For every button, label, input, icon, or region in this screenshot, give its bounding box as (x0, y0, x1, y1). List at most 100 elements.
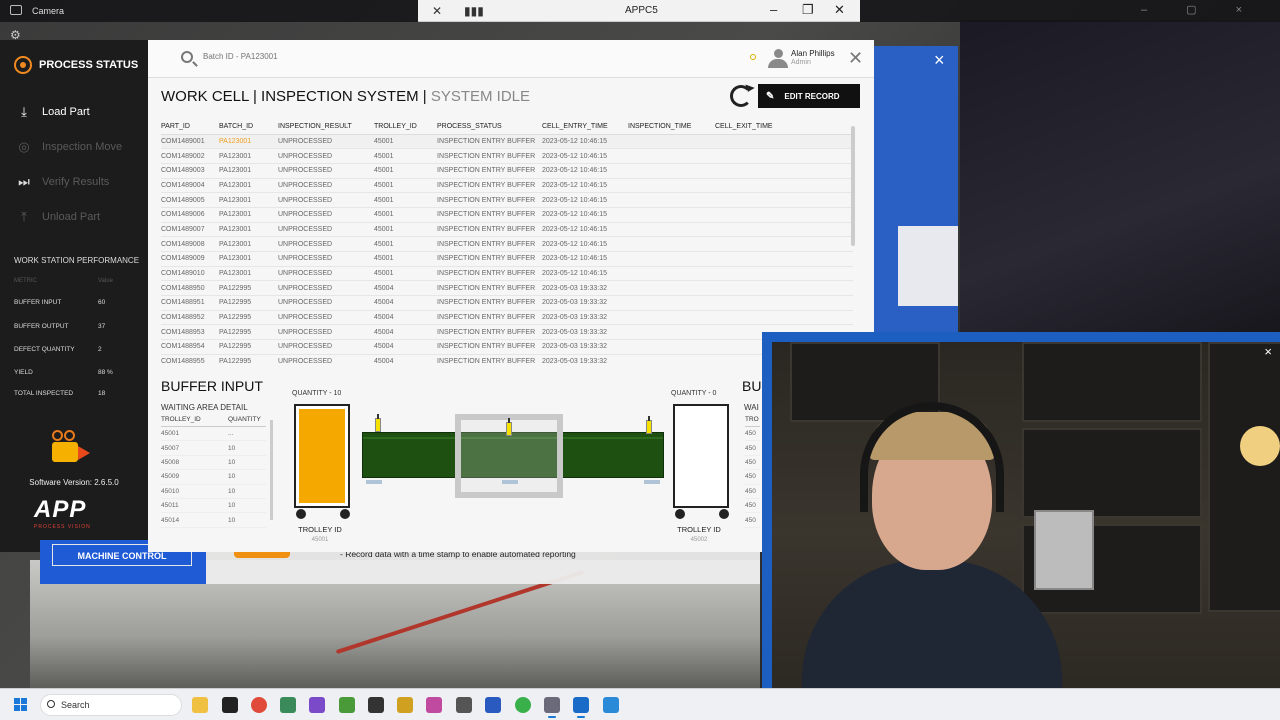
taskbar-search[interactable]: Search (40, 694, 182, 716)
table-row[interactable]: COM1488953 PA122995 UNPROCESSED 45004 INSPEC… (161, 324, 853, 341)
camera-window-controls[interactable]: – ▢ × (1141, 3, 1260, 16)
waiting-area-row[interactable]: 45008 10 (161, 456, 266, 471)
waiting-area-row[interactable]: 450 (745, 441, 760, 456)
edit-record-button[interactable]: ✎ EDIT RECORD (758, 84, 860, 108)
search-icon[interactable] (181, 51, 193, 63)
waiting-area-row[interactable]: 450 (745, 485, 760, 499)
terminal-icon[interactable] (222, 697, 238, 713)
app-icon[interactable] (456, 697, 472, 713)
right-trolley[interactable] (673, 404, 729, 508)
column-header[interactable]: TROLLEY_ID (374, 120, 437, 135)
table-cell: COM1489007 (161, 222, 219, 238)
restore-button[interactable]: ❐ (802, 2, 814, 18)
right-trolley-id-label: TROLLEY ID (677, 525, 721, 534)
file-explorer-icon[interactable] (192, 697, 208, 713)
column-header[interactable]: INSPECTION_RESULT (278, 120, 374, 135)
left-trolley-fill (299, 408, 345, 503)
3d-printer (1034, 510, 1094, 590)
app-icon[interactable] (397, 697, 413, 713)
app-icon[interactable] (280, 697, 296, 713)
column-header: QUANTITY (228, 416, 261, 423)
background-blue-panel: × (874, 46, 958, 332)
table-cell: COM1489006 (161, 207, 219, 223)
left-trolley-id-value: 45001 (311, 537, 329, 543)
bookshelf (1208, 342, 1280, 612)
table-cell: 2023-05-12 10:46:15 (542, 207, 628, 223)
table-cell (715, 134, 853, 150)
mic-off-icon[interactable]: ✕ (432, 4, 442, 18)
user-avatar-icon[interactable] (768, 49, 788, 69)
waiting-area-row[interactable]: 45009 10 (161, 470, 266, 485)
waiting-area-row[interactable]: 45014 10 (161, 513, 266, 528)
app-icon[interactable] (368, 697, 384, 713)
close-icon[interactable]: ✕ (848, 48, 863, 69)
windows-start-icon[interactable] (14, 698, 28, 712)
waiting-area-scrollbar[interactable] (270, 420, 273, 520)
column-header[interactable]: PART_ID (161, 120, 219, 135)
table-row[interactable]: COM1488952 PA122995 UNPROCESSED 45004 INSPEC… (161, 310, 853, 326)
conveyor-foot (502, 480, 518, 484)
metric-value: 2 (98, 346, 102, 353)
app-icon[interactable] (426, 697, 442, 713)
table-cell: UNPROCESSED (278, 134, 374, 150)
refresh-icon[interactable] (730, 85, 752, 107)
sidebar-item-inspection-move[interactable]: ◎ Inspection Move (16, 139, 122, 155)
waiting-area-row[interactable]: 450 (745, 456, 760, 471)
waiting-area-row[interactable]: 450 (745, 499, 760, 514)
table-cell (628, 251, 715, 267)
sidebar-item-load-part[interactable]: ⤓ Load Part (16, 104, 90, 120)
app-icon[interactable] (485, 697, 501, 713)
table-row[interactable]: COM1489001 PA123001 UNPROCESSED 45001 INSPEC… (161, 134, 853, 150)
table-scrollbar[interactable] (851, 126, 855, 246)
table-cell: UNPROCESSED (278, 324, 374, 341)
column-header[interactable]: CELL_EXIT_TIME (715, 120, 853, 135)
table-row[interactable]: COM1489002 PA123001 UNPROCESSED 45001 INSPEC… (161, 148, 853, 164)
left-trolley[interactable] (294, 404, 350, 508)
column-header[interactable]: BATCH_ID (219, 120, 278, 135)
chrome-icon[interactable] (251, 697, 267, 713)
column-header[interactable]: INSPECTION_TIME (628, 120, 715, 135)
table-cell: PA123001 (219, 134, 278, 150)
sidebar-header: PROCESS STATUS (14, 56, 138, 74)
table-row[interactable]: COM1489004 PA123001 UNPROCESSED 45001 INSPEC… (161, 178, 853, 194)
table-cell (715, 280, 853, 297)
camera-taskbar-icon[interactable] (544, 697, 560, 718)
table-row[interactable]: COM1489007 PA123001 UNPROCESSED 45001 INSPEC… (161, 222, 853, 238)
table-row[interactable]: COM1489003 PA123001 UNPROCESSED 45001 INSPEC… (161, 163, 853, 179)
sidebar-item-verify-results[interactable]: ⏭ Verify Results (16, 174, 109, 190)
table-row[interactable]: COM1489006 PA123001 UNPROCESSED 45001 INSPEC… (161, 207, 853, 223)
table-row[interactable]: COM1489009 PA123001 UNPROCESSED 45001 INSPEC… (161, 251, 853, 267)
waiting-area-row[interactable]: 45007 10 (161, 441, 266, 456)
waiting-area-row[interactable]: 450 (745, 427, 760, 442)
close-icon[interactable]: × (934, 50, 945, 71)
app-icon[interactable] (603, 697, 619, 713)
trolley-id-cell: 450 (745, 516, 756, 524)
close-icon[interactable]: × (1264, 344, 1272, 359)
waiting-area-row[interactable]: 45001... (161, 427, 266, 442)
waiting-area-row[interactable]: 450 (745, 513, 760, 528)
table-row[interactable]: COM1488955 PA122995 UNPROCESSED 45004 INSPEC… (161, 354, 853, 363)
app-icon[interactable] (515, 697, 531, 713)
waiting-area-row[interactable]: 450 (745, 470, 760, 485)
trolley-id-cell: 450 (745, 473, 756, 481)
table-row[interactable]: COM1489010 PA123001 UNPROCESSED 45001 INSPEC… (161, 266, 853, 282)
webcam-feed (772, 342, 1280, 720)
app-icon[interactable] (339, 697, 355, 713)
batch-search-input[interactable] (203, 52, 503, 61)
table-row[interactable]: COM1489005 PA123001 UNPROCESSED 45001 INSPEC… (161, 192, 853, 208)
table-cell: PA123001 (219, 163, 278, 179)
table-row[interactable]: COM1488950 PA122995 UNPROCESSED 45004 INSPEC… (161, 280, 853, 297)
table-row[interactable]: COM1489008 PA123001 UNPROCESSED 45001 INSPEC… (161, 236, 853, 252)
column-header[interactable]: CELL_ENTRY_TIME (542, 120, 628, 135)
waiting-area-row[interactable]: 45010 10 (161, 485, 266, 499)
waiting-area-row[interactable]: 45011 10 (161, 499, 266, 514)
column-header[interactable]: PROCESS_STATUS (437, 120, 542, 135)
minimize-button[interactable]: – (770, 2, 777, 17)
visual-studio-icon[interactable] (309, 697, 325, 713)
close-button[interactable]: ✕ (834, 2, 845, 18)
table-row[interactable]: COM1488954 PA122995 UNPROCESSED 45004 INSPEC… (161, 339, 853, 355)
sidebar-item-unload-part[interactable]: ⤒ Unload Part (16, 209, 100, 225)
appc5-taskbar-icon[interactable] (573, 697, 589, 718)
table-row[interactable]: COM1488951 PA122995 UNPROCESSED 45004 INSPEC… (161, 295, 853, 311)
sidebar-item-label: Unload Part (42, 211, 101, 223)
